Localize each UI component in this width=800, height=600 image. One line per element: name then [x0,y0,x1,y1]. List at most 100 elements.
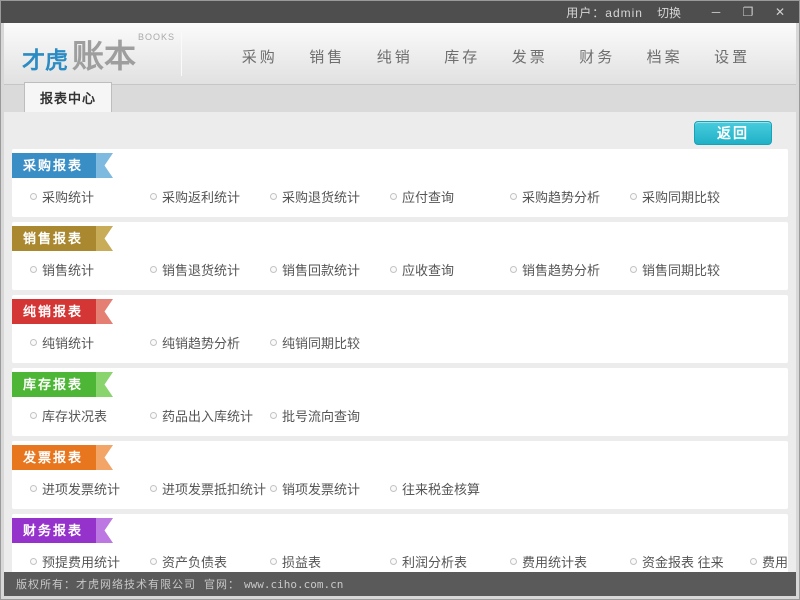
report-link[interactable]: 销项发票统计 [270,479,390,498]
sections: 采购报表 采购统计 采购返利统计 采购退货统计 应付查询 采购趋势分析 采购同期比较 销售报表… [12,149,788,572]
nav-item-1[interactable]: 采购 [242,46,278,67]
bullet-icon [30,266,37,273]
report-link[interactable]: 销售回款统计 [270,260,390,279]
report-link-label: 进项发票统计 [42,482,121,497]
bullet-icon [270,485,277,492]
report-link-label: 销项发票统计 [282,482,361,497]
minimize-icon[interactable]: ─ [707,6,725,18]
report-row: 预提费用统计 资产负债表 损益表 利润分析表 费用统计表 资金报表 往来 费用统计表 [12,543,788,572]
bullet-icon [150,339,157,346]
section-ribbon: 发票报表 [12,445,97,470]
report-link-label: 资产负债表 [162,555,228,570]
app-logo: 才虎 账本 BOOKS [4,23,196,84]
bullet-icon [30,339,37,346]
report-link-label: 利润分析表 [402,555,468,570]
report-link-label: 销售回款统计 [282,263,361,278]
report-link-label: 采购同期比较 [642,190,721,205]
bullet-icon [150,558,157,565]
bullet-icon [30,193,37,200]
nav-item-3[interactable]: 纯销 [377,46,413,67]
logo-divider [181,31,183,76]
app-header: 才虎 账本 BOOKS 采购 销售 纯销 库存 发票 财务 档案 设置 [4,23,796,85]
report-link[interactable]: 资金报表 往来 [630,552,750,571]
report-link[interactable]: 销售退货统计 [150,260,270,279]
report-link[interactable]: 采购返利统计 [150,187,270,206]
bullet-icon [270,558,277,565]
report-link[interactable]: 应收查询 [390,260,510,279]
report-link[interactable]: 纯销趋势分析 [150,333,270,352]
report-link-label: 销售退货统计 [162,263,241,278]
report-link[interactable]: 采购统计 [30,187,150,206]
user-label: 用户：admin [566,5,643,20]
report-link-label: 纯销统计 [42,336,95,351]
section-ribbon: 财务报表 [12,518,97,543]
report-link-label: 纯销趋势分析 [162,336,241,351]
report-link-label: 纯销同期比较 [282,336,361,351]
bullet-icon [270,193,277,200]
report-link[interactable]: 预提费用统计 [30,552,150,571]
switch-user-link[interactable]: 切换 [657,4,681,21]
nav-item-2[interactable]: 销售 [309,46,345,67]
report-link[interactable]: 资产负债表 [150,552,270,571]
bullet-icon [510,193,517,200]
tab-strip: 报表中心 [4,82,796,112]
report-link[interactable]: 纯销统计 [30,333,150,352]
report-link[interactable]: 费用统计表 [510,552,630,571]
bullet-icon [270,339,277,346]
report-link[interactable]: 应付查询 [390,187,510,206]
report-link[interactable]: 损益表 [270,552,390,571]
report-link-label: 费用统计表 [762,555,788,570]
report-link[interactable]: 采购退货统计 [270,187,390,206]
report-row: 采购统计 采购返利统计 采购退货统计 应付查询 采购趋势分析 采购同期比较 [12,178,788,217]
logo-product-text: 账本 [72,37,137,74]
back-button[interactable]: 返回 [694,121,772,145]
report-section-card: 销售报表 销售统计 销售退货统计 销售回款统计 应收查询 销售趋势分析 销售同期比较 [12,222,788,290]
report-row: 销售统计 销售退货统计 销售回款统计 应收查询 销售趋势分析 销售同期比较 [12,251,788,290]
report-link-label: 采购返利统计 [162,190,241,205]
report-link-label: 销售同期比较 [642,263,721,278]
report-link-label: 销售统计 [42,263,95,278]
nav-item-5[interactable]: 发票 [512,46,548,67]
report-link[interactable]: 进项发票统计 [30,479,150,498]
report-link[interactable]: 销售趋势分析 [510,260,630,279]
bullet-icon [150,485,157,492]
report-link[interactable]: 库存状况表 [30,406,150,425]
copyright-text: 版权所有：才虎网络技术有限公司 [16,579,196,591]
nav-item-6[interactable]: 财务 [579,46,615,67]
report-link[interactable]: 批号流向查询 [270,406,390,425]
logo-books-text: BOOKS [138,32,176,42]
section-ribbon: 纯销报表 [12,299,97,324]
section-ribbon: 采购报表 [12,153,97,178]
report-link-label: 采购趋势分析 [522,190,601,205]
logo-brand-text: 才虎 [22,46,68,73]
report-link-label: 批号流向查询 [282,409,361,424]
report-link[interactable]: 利润分析表 [390,552,510,571]
close-icon[interactable]: ✕ [771,6,789,18]
report-section-card: 纯销报表纯销统计 纯销趋势分析 纯销同期比较 [12,295,788,363]
report-link[interactable]: 药品出入库统计 [150,406,270,425]
report-link[interactable]: 采购同期比较 [630,187,750,206]
report-link[interactable]: 费用统计表 [750,552,788,571]
footer-bar: 版权所有：才虎网络技术有限公司 官网： www.ciho.com.cn [4,572,796,596]
nav-item-8[interactable]: 设置 [714,46,750,67]
report-link-label: 损益表 [282,555,322,570]
bullet-icon [150,412,157,419]
nav-item-4[interactable]: 库存 [444,46,480,67]
report-row: 纯销统计 纯销趋势分析 纯销同期比较 [12,324,788,363]
report-link[interactable]: 销售统计 [30,260,150,279]
tab-report-center[interactable]: 报表中心 [24,82,113,112]
titlebar: 用户：admin 切换 ─ ❐ ✕ [1,1,799,23]
report-link-label: 往来税金核算 [402,482,481,497]
report-link[interactable]: 销售同期比较 [630,260,750,279]
report-link[interactable]: 采购趋势分析 [510,187,630,206]
report-row: 库存状况表 药品出入库统计 批号流向查询 [12,397,788,436]
report-link[interactable]: 往来税金核算 [390,479,510,498]
report-link[interactable]: 进项发票抵扣统计 [150,479,270,498]
username: admin [605,5,643,20]
report-link[interactable]: 纯销同期比较 [270,333,390,352]
maximize-icon[interactable]: ❐ [739,6,757,18]
bullet-icon [630,193,637,200]
bullet-icon [270,266,277,273]
window-frame: 才虎 账本 BOOKS 采购 销售 纯销 库存 发票 财务 档案 设置 报表中心 返回 采购报… [4,23,796,596]
nav-item-7[interactable]: 档案 [647,46,683,67]
